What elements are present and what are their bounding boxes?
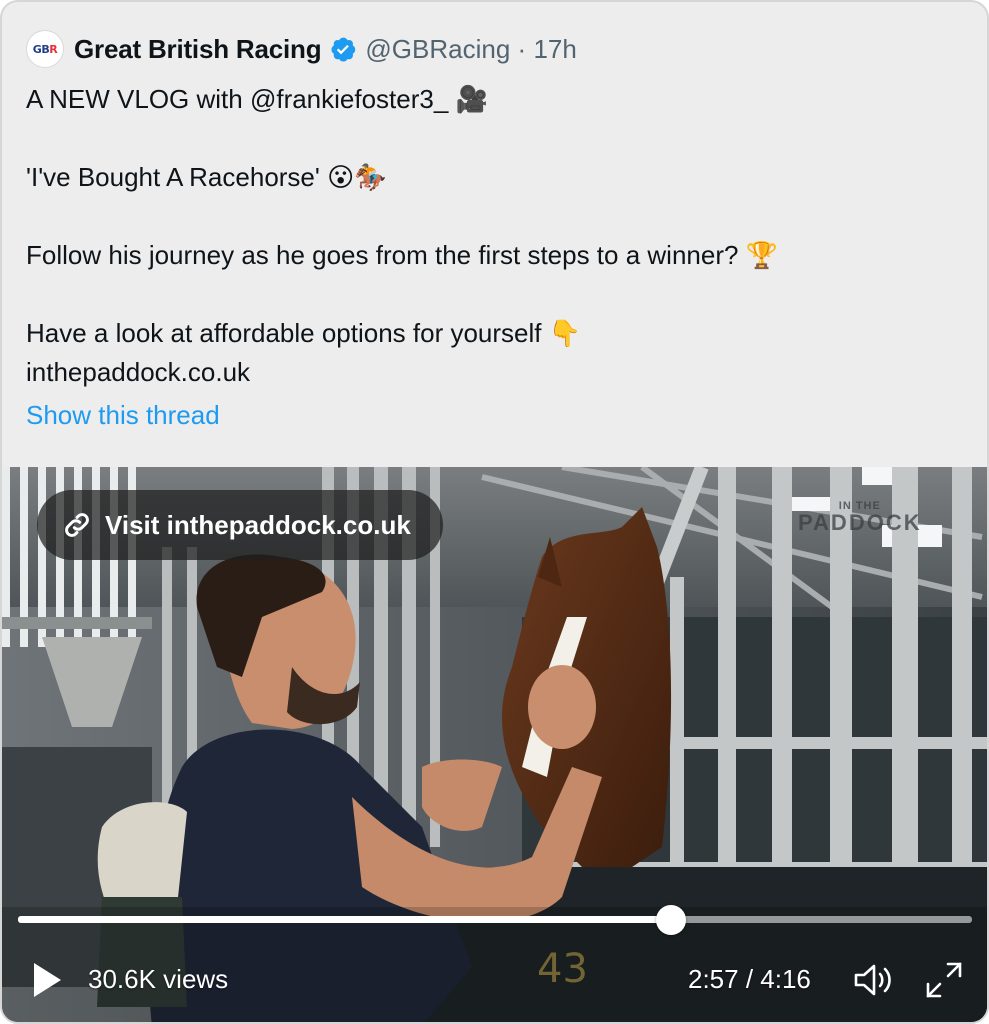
separator-dot: · [517, 33, 527, 64]
video-progress-fill [18, 916, 672, 923]
tweet-line [26, 197, 966, 236]
paddock-watermark: IN THE PADDOCK [798, 500, 922, 536]
video-player[interactable]: 43 Visit inthepaddock.co.uk IN THE PA [2, 467, 987, 1022]
show-thread-link[interactable]: Show this thread [26, 400, 220, 431]
current-time: 2:57 [688, 964, 739, 994]
time-separator: / [738, 964, 761, 994]
avatar-text-accent: R [49, 42, 58, 56]
tweet-header: GB R Great British Racing @GBRacing · 17h [26, 28, 577, 70]
video-controls: 30.6K views 2:57 / 4:16 [2, 952, 987, 1008]
tweet-line [26, 119, 966, 158]
tweet-line: Follow his journey as he goes from the f… [26, 240, 779, 270]
watermark-big-text: PADDOCK [798, 510, 922, 535]
visit-website-button[interactable]: Visit inthepaddock.co.uk [37, 490, 443, 560]
verified-badge-icon [331, 37, 356, 62]
link-icon [65, 513, 89, 537]
avatar-text: GB [32, 42, 50, 56]
volume-icon[interactable] [852, 960, 896, 1000]
tweet-line-url[interactable]: inthepaddock.co.uk [26, 353, 966, 392]
tweet-line: Have a look at affordable options for yo… [26, 318, 582, 348]
view-count: 30.6K views [88, 964, 229, 994]
video-progress-bar[interactable] [18, 905, 972, 935]
author-name[interactable]: Great British Racing [74, 34, 322, 65]
tweet-line: A NEW VLOG with @frankiefoster3_ 🎥 [26, 84, 488, 114]
playback-time: 2:57 / 4:16 [688, 964, 811, 995]
play-icon[interactable] [30, 960, 64, 1000]
duration: 4:16 [760, 964, 811, 994]
tweet-text: A NEW VLOG with @frankiefoster3_ 🎥 'I've… [26, 80, 966, 392]
tweet-time[interactable]: 17h [533, 34, 576, 64]
handle-text: @GBRacing [365, 33, 511, 64]
tweet-line: 'I've Bought A Racehorse' 😮🏇 [26, 162, 387, 192]
tweet-card[interactable]: GB R Great British Racing @GBRacing · 17h… [0, 0, 989, 1024]
fullscreen-icon[interactable] [922, 958, 966, 1002]
author-handle[interactable]: @GBRacing · 17h [365, 34, 576, 65]
tweet-line [26, 275, 966, 314]
visit-link-label: Visit inthepaddock.co.uk [105, 509, 411, 540]
avatar[interactable]: GB R [26, 30, 64, 68]
